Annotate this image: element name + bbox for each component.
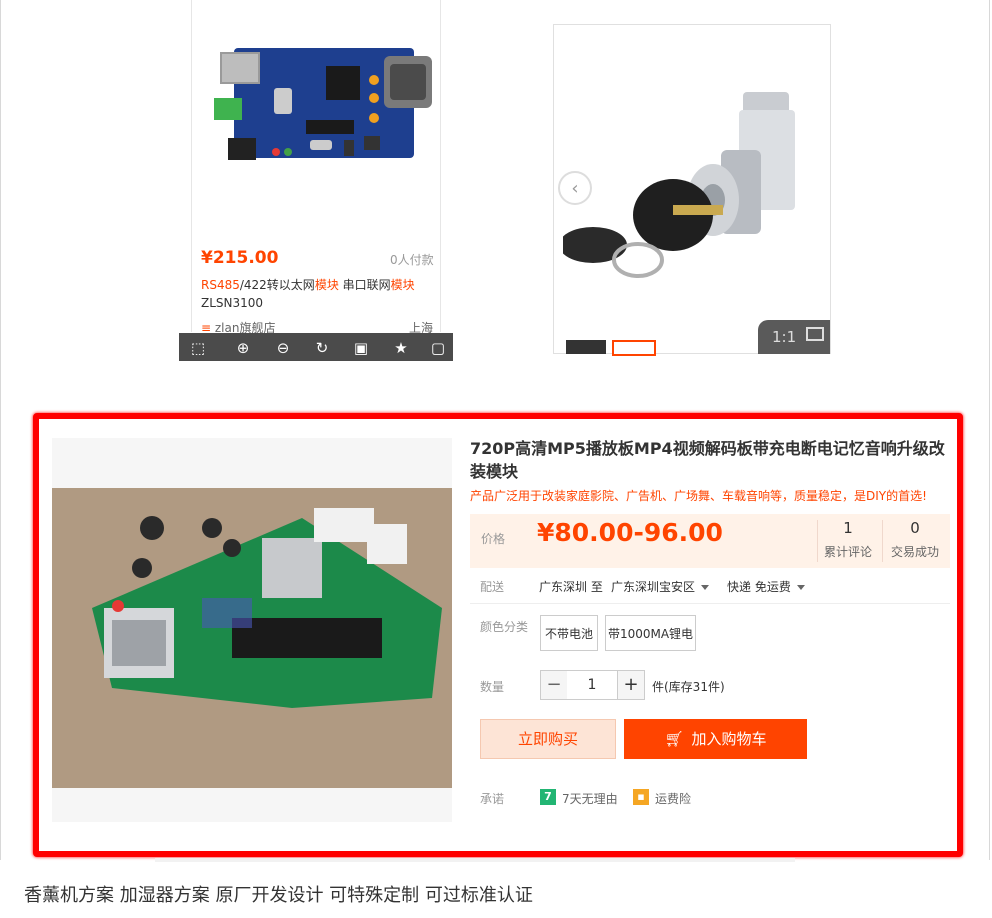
save-icon[interactable]: ▣ — [351, 339, 371, 357]
ship-to: 广东深圳宝安区 — [611, 580, 696, 594]
promise-label: 承诺 — [480, 792, 505, 806]
section-title: 香薰机方案 加湿器方案 原厂开发设计 可特殊定制 可过标准认证 — [24, 885, 533, 906]
quantity-input[interactable]: 1 — [567, 670, 617, 700]
product-price: ¥215.00 — [201, 248, 279, 268]
product-image-cabinet-lock[interactable] — [563, 40, 818, 285]
product-subtitle: 产品广泛用于改装家庭影院、广告机、广场舞、车载音响等，质量稳定，是DIY的首选! — [470, 489, 927, 503]
stock-info: 件(库存31件) — [652, 680, 725, 694]
title-keyword: RS485 — [201, 278, 240, 292]
expand-icon[interactable]: ▢ — [428, 339, 448, 357]
rotate-icon[interactable]: ↻ — [312, 339, 332, 357]
title-text: /422转以太网 — [239, 278, 315, 292]
promise-insurance[interactable]: 运费险 — [655, 790, 691, 807]
zoom-out-icon[interactable]: ⊖ — [273, 339, 293, 357]
title-text: 串口联网 — [338, 278, 391, 292]
buy-now-button[interactable]: 立即购买 — [480, 719, 616, 759]
quantity-increase-button[interactable]: + — [617, 670, 645, 700]
chevron-down-icon — [701, 585, 710, 590]
title-keyword: 模块 — [390, 278, 415, 292]
seven-day-return-icon: 7 — [540, 789, 556, 805]
color-label: 颜色分类 — [480, 620, 529, 634]
price-value: ¥80.00-96.00 — [537, 518, 723, 547]
title-keyword: 模块 — [314, 278, 339, 292]
chevron-down-icon — [796, 585, 805, 590]
thumbnail[interactable] — [566, 340, 606, 354]
ship-from: 广东深圳 至 — [539, 580, 603, 594]
sales-count: 0人付款 — [390, 253, 434, 267]
promise-return[interactable]: 7天无理由 — [562, 790, 618, 807]
shipping-insurance-icon: ▪ — [633, 789, 649, 805]
ship-method-selector[interactable]: 快递 免运费 — [727, 578, 805, 595]
cart-icon: 🛒︎ — [664, 730, 684, 748]
ship-to-selector[interactable]: 广东深圳宝安区 — [611, 578, 710, 595]
review-label[interactable]: 累计评论 — [818, 543, 878, 560]
divider — [155, 858, 795, 862]
ship-method: 快递 免运费 — [727, 580, 791, 594]
fullscreen-icon — [806, 327, 824, 341]
quantity-decrease-button[interactable]: − — [540, 670, 568, 700]
deal-label: 交易成功 — [890, 545, 939, 559]
price-label: 价格 — [481, 532, 506, 546]
image-ratio-button[interactable]: 1:1 — [758, 320, 830, 354]
product-title-link[interactable]: RS485/422转以太网模块 串口联网模块 ZLSN3100 — [201, 276, 431, 312]
product-image-ethernet-module[interactable] — [214, 40, 436, 175]
stat-divider — [882, 520, 883, 562]
divider — [470, 603, 950, 604]
option-with-battery[interactable]: 带1000MA锂电 — [605, 615, 696, 651]
shipping-label: 配送 — [480, 580, 505, 594]
ratio-label: 1:1 — [772, 328, 797, 346]
deal-count: 0 — [910, 519, 920, 537]
quantity-label: 数量 — [480, 680, 505, 694]
add-to-cart-label: 加入购物车 — [691, 730, 767, 748]
main-product-title: 720P高清MP5播放板MP4视频解码板带充电断电记忆音响升级改装模块 — [470, 439, 945, 481]
prev-image-arrow[interactable]: ‹ — [558, 171, 592, 205]
zoom-in-icon[interactable]: ⊕ — [233, 339, 253, 357]
thumbnail-selected[interactable] — [612, 340, 656, 356]
title-model: ZLSN3100 — [201, 296, 264, 310]
option-no-battery[interactable]: 不带电池 — [540, 615, 598, 651]
crop-icon[interactable]: ⬚ — [188, 339, 208, 357]
main-product-image[interactable] — [52, 488, 452, 788]
add-to-cart-button[interactable]: 🛒︎ 加入购物车 — [624, 719, 807, 759]
review-count[interactable]: 1 — [818, 519, 878, 537]
star-icon[interactable]: ★ — [391, 339, 411, 357]
